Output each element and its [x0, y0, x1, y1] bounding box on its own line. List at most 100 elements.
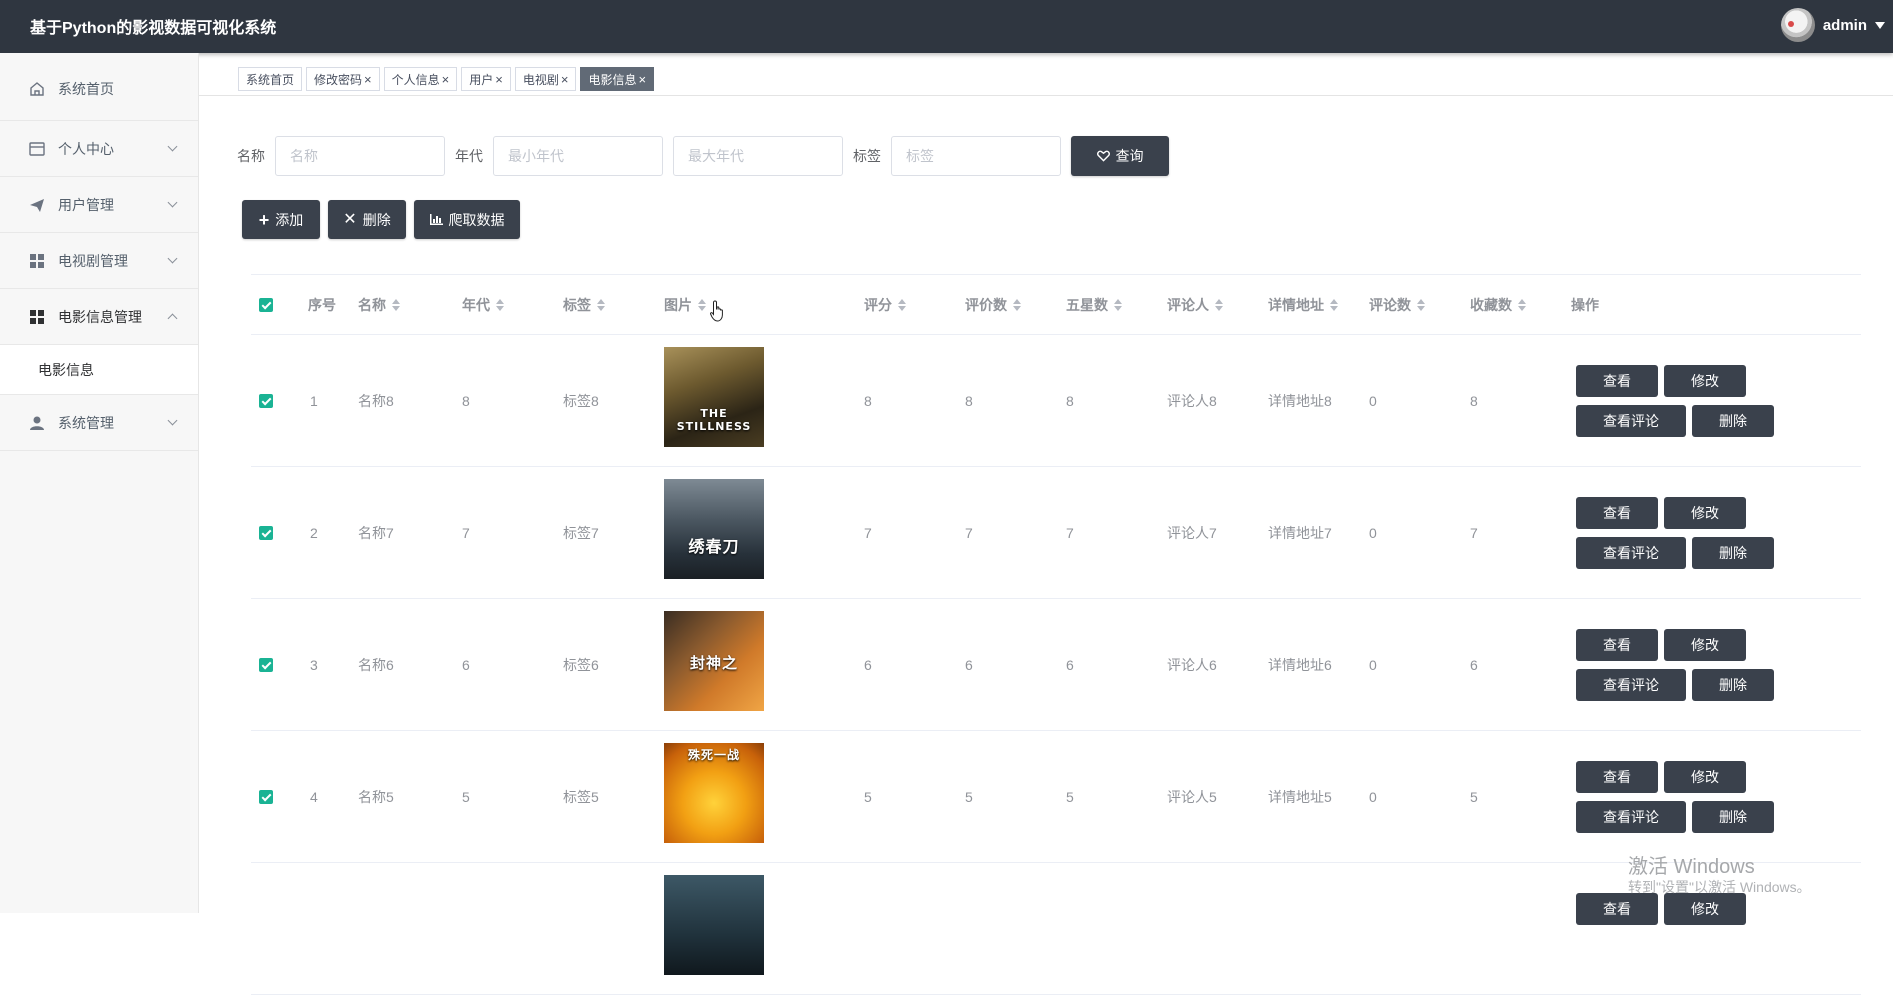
- edit-button[interactable]: 修改: [1664, 761, 1746, 793]
- sort-icon[interactable]: [1330, 298, 1338, 311]
- cell-five-star: 7: [1066, 524, 1074, 541]
- movie-poster: THE STILLNESS: [664, 347, 764, 447]
- chevron-up-icon: [167, 313, 178, 323]
- header-image[interactable]: 图片: [664, 295, 706, 315]
- sort-icon[interactable]: [1013, 298, 1021, 311]
- header-favorites[interactable]: 收藏数: [1470, 295, 1526, 315]
- tag-input[interactable]: 标签: [891, 136, 1061, 176]
- row-checkbox[interactable]: [259, 658, 273, 672]
- tab-label: 修改密码: [314, 72, 363, 87]
- view-button[interactable]: 查看: [1576, 893, 1658, 925]
- cell-five-star: 5: [1066, 788, 1074, 805]
- edit-button[interactable]: 修改: [1664, 629, 1746, 661]
- sidebar-item-tv[interactable]: 电视剧管理: [0, 233, 198, 289]
- delete-row-button[interactable]: 删除: [1692, 669, 1774, 701]
- header-label: 操作: [1571, 296, 1599, 313]
- select-all-checkbox[interactable]: [259, 298, 273, 312]
- tab-home[interactable]: 系统首页: [238, 67, 303, 91]
- header-detail-url[interactable]: 详情地址: [1268, 295, 1338, 315]
- row-checkbox[interactable]: [259, 790, 273, 804]
- tab-label: 个人信息: [391, 72, 440, 87]
- sidebar-item-profile[interactable]: 个人中心: [0, 121, 198, 177]
- delete-row-button[interactable]: 删除: [1692, 537, 1774, 569]
- year-max-input[interactable]: 最大年代: [673, 136, 843, 176]
- sort-icon[interactable]: [1417, 298, 1425, 311]
- sidebar-item-movies[interactable]: 电影信息管理: [0, 289, 198, 345]
- delete-button[interactable]: ✕ 删除: [328, 200, 406, 239]
- crawl-button[interactable]: 爬取数据: [414, 200, 520, 239]
- edit-button[interactable]: 修改: [1664, 893, 1746, 925]
- cell-reviews: 8: [965, 392, 973, 409]
- sidebar-subitem-movie-info[interactable]: 电影信息: [0, 345, 198, 395]
- cell-tag: 标签5: [563, 788, 599, 805]
- tab-users[interactable]: 用户 ×: [461, 67, 511, 91]
- sort-icon[interactable]: [392, 298, 400, 311]
- sidebar-item-label: 系统管理: [58, 414, 114, 431]
- sidebar-item-label: 电视剧管理: [58, 252, 128, 269]
- name-input[interactable]: 名称: [275, 136, 445, 176]
- header-year[interactable]: 年代: [462, 295, 504, 315]
- header-rating[interactable]: 评分: [864, 295, 906, 315]
- view-comments-button[interactable]: 查看评论: [1576, 405, 1686, 437]
- sidebar-item-home[interactable]: 系统首页: [0, 53, 198, 121]
- close-icon[interactable]: ×: [495, 72, 503, 87]
- header-name[interactable]: 名称: [358, 295, 400, 315]
- tab-tv[interactable]: 电视剧 ×: [514, 67, 577, 91]
- caret-down-icon[interactable]: [1875, 21, 1885, 29]
- row-checkbox[interactable]: [259, 394, 273, 408]
- header-five-star[interactable]: 五星数: [1066, 295, 1122, 315]
- view-comments-button[interactable]: 查看评论: [1576, 537, 1686, 569]
- tab-change-password[interactable]: 修改密码 ×: [306, 67, 380, 91]
- header-reviews[interactable]: 评价数: [965, 295, 1021, 315]
- tab-label: 电影信息: [588, 72, 637, 87]
- sort-icon[interactable]: [698, 298, 706, 311]
- cell-comments: 0: [1369, 524, 1377, 541]
- table-row: 3 名称6 6 标签6 封神之 6 6 6 评论人6 详情地址6 0 6 查看 …: [251, 599, 1861, 731]
- view-button[interactable]: 查看: [1576, 761, 1658, 793]
- close-icon[interactable]: ×: [442, 72, 450, 87]
- tab-movie-info[interactable]: 电影信息 ×: [580, 67, 655, 91]
- sidebar-item-system[interactable]: 系统管理: [0, 395, 198, 451]
- view-button[interactable]: 查看: [1576, 629, 1658, 661]
- cell-tag: 标签8: [563, 392, 599, 409]
- sort-icon[interactable]: [898, 298, 906, 311]
- close-icon[interactable]: ×: [561, 72, 569, 87]
- table-row: 查看 修改: [251, 863, 1861, 995]
- year-min-input[interactable]: 最小年代: [493, 136, 663, 176]
- add-button[interactable]: + 添加: [242, 200, 320, 239]
- delete-row-button[interactable]: 删除: [1692, 801, 1774, 833]
- edit-button[interactable]: 修改: [1664, 365, 1746, 397]
- user-menu[interactable]: admin: [1780, 7, 1893, 43]
- avatar[interactable]: [1780, 8, 1815, 42]
- name-label: 名称: [237, 148, 265, 164]
- sort-icon[interactable]: [1518, 298, 1526, 311]
- view-comments-button[interactable]: 查看评论: [1576, 669, 1686, 701]
- view-button[interactable]: 查看: [1576, 497, 1658, 529]
- tab-label: 系统首页: [246, 72, 295, 87]
- paper-plane-icon: [28, 196, 46, 214]
- x-icon: ✕: [343, 210, 357, 228]
- sort-icon[interactable]: [1215, 298, 1223, 311]
- header-tag[interactable]: 标签: [563, 295, 605, 315]
- user-name[interactable]: admin: [1823, 17, 1867, 34]
- edit-button[interactable]: 修改: [1664, 497, 1746, 529]
- sort-icon[interactable]: [496, 298, 504, 311]
- header-reviewer[interactable]: 评论人: [1167, 295, 1223, 315]
- query-button[interactable]: 查询: [1071, 136, 1169, 176]
- sort-icon[interactable]: [597, 298, 605, 311]
- tab-profile[interactable]: 个人信息 ×: [383, 67, 458, 91]
- close-icon[interactable]: ×: [638, 72, 646, 87]
- cell-year: 6: [462, 656, 470, 673]
- header-comments[interactable]: 评论数: [1369, 295, 1425, 315]
- close-icon[interactable]: ×: [364, 72, 372, 87]
- delete-row-button[interactable]: 删除: [1692, 405, 1774, 437]
- sort-icon[interactable]: [1114, 298, 1122, 311]
- row-checkbox[interactable]: [259, 526, 273, 540]
- view-button[interactable]: 查看: [1576, 365, 1658, 397]
- chevron-down-icon: [167, 415, 178, 425]
- cell-reviewer: 评论人7: [1167, 524, 1217, 541]
- cell-rating: 6: [864, 656, 872, 673]
- view-comments-button[interactable]: 查看评论: [1576, 801, 1686, 833]
- sidebar-item-label: 个人中心: [58, 140, 114, 157]
- sidebar-item-users[interactable]: 用户管理: [0, 177, 198, 233]
